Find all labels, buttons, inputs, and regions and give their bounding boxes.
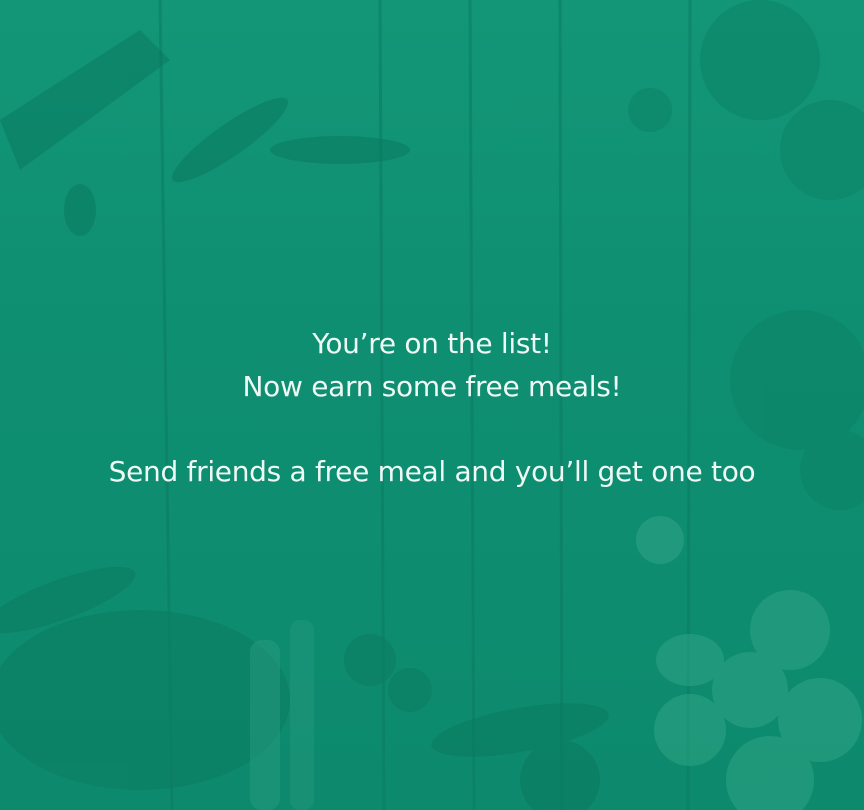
confirmation-message: You’re on the list! Now earn some free m…: [0, 322, 864, 493]
line-spacer: [0, 408, 864, 450]
referral-subtext: Send friends a free meal and you’ll get …: [108, 455, 756, 488]
headline-earn-meals: Now earn some free meals!: [242, 370, 622, 403]
headline-on-list: You’re on the list!: [312, 327, 552, 360]
